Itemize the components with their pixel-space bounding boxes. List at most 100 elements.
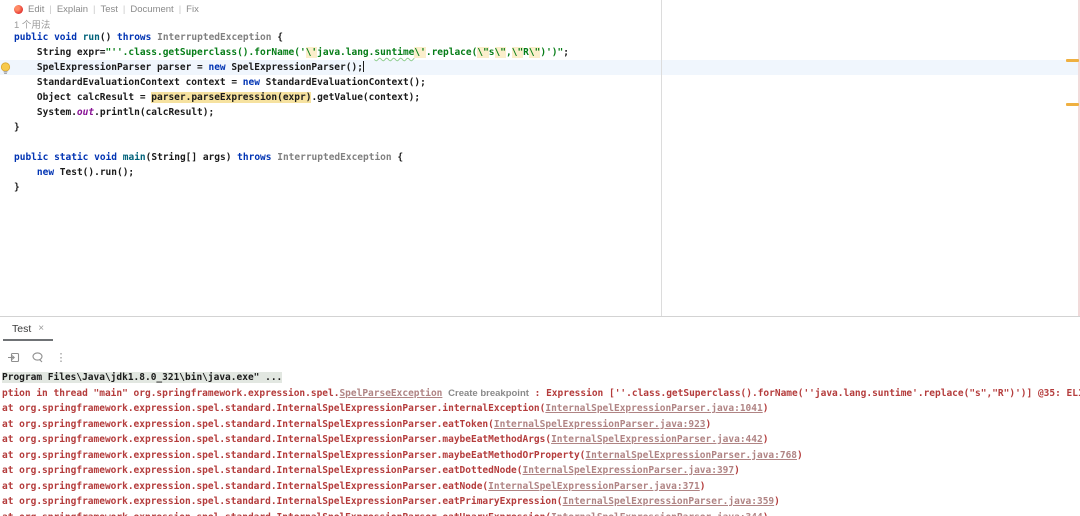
tab-label: Test xyxy=(12,323,32,335)
ai-action-document[interactable]: Document xyxy=(130,4,173,15)
code-token: )')" xyxy=(540,47,564,58)
console-error-text: at org.springframework.expression.spel.s… xyxy=(2,480,489,492)
code-token: { xyxy=(391,152,404,163)
ai-actions-inlay: Edit | Explain | Test | Document | Fix xyxy=(14,3,199,15)
code-token: \" xyxy=(511,47,524,58)
console-error-text: at org.springframework.expression.spel.s… xyxy=(2,512,551,516)
code-token: StandardEvaluationContext context = xyxy=(14,77,243,88)
stack-trace-link[interactable]: InternalSpelExpressionParser.java:442 xyxy=(551,434,763,445)
console-error-text: ) xyxy=(774,496,780,507)
code-line[interactable]: } xyxy=(0,180,1080,195)
stack-trace-link[interactable]: InternalSpelExpressionParser.java:371 xyxy=(488,481,700,492)
stack-trace-link[interactable]: InternalSpelExpressionParser.java:768 xyxy=(585,450,797,461)
console-error-text: at org.springframework.expression.spel.s… xyxy=(2,465,523,476)
code-token: "''.class.getSuperclass().forName(' xyxy=(105,47,306,58)
code-line[interactable]: SpelExpressionParser parser = new SpelEx… xyxy=(0,60,1080,75)
code-token: SpelExpressionParser(); xyxy=(225,62,363,73)
stack-trace-link[interactable]: SpelParseException xyxy=(339,388,442,399)
code-token: java.lang. xyxy=(317,47,375,58)
code-token: \' xyxy=(305,47,318,58)
code-token: \' xyxy=(414,47,426,58)
console-error-text: ption in thread "main" org.springframewo… xyxy=(2,387,340,399)
code-token: .println(calcResult); xyxy=(94,107,215,118)
code-line[interactable]: public void run() throws InterruptedExce… xyxy=(0,30,1080,45)
console-error-text: ) xyxy=(699,480,706,492)
ai-action-fix[interactable]: Fix xyxy=(186,4,199,15)
stack-trace-link[interactable]: InternalSpelExpressionParser.java:923 xyxy=(494,419,706,430)
separator: | xyxy=(93,3,96,15)
code-token: suntime xyxy=(374,47,415,58)
usages-inlay-hint[interactable]: 1 个用法 xyxy=(14,17,50,31)
code-token: public xyxy=(14,32,49,43)
code-token: public xyxy=(14,152,49,163)
create-breakpoint-link[interactable]: Create breakpoint xyxy=(448,388,529,399)
code-editor[interactable]: Edit | Explain | Test | Document | Fix 1… xyxy=(0,0,1080,317)
console-line: at org.springframework.expression.spel.s… xyxy=(0,401,1080,417)
code-token: System. xyxy=(14,107,77,118)
run-tool-window: Test × ⋮ Program Files\Java\jdk1.8.0_321… xyxy=(0,318,1080,516)
code-token: } xyxy=(14,182,20,193)
code-line[interactable]: System.out.println(calcResult); xyxy=(0,105,1080,120)
console-selected-text: Program Files\Java\jdk1.8.0_321\bin\java… xyxy=(2,372,283,383)
close-icon[interactable]: × xyxy=(38,324,44,334)
jump-to-source-icon[interactable] xyxy=(6,350,20,364)
stack-trace-link[interactable]: InternalSpelExpressionParser.java:397 xyxy=(522,465,734,476)
code-token: void xyxy=(54,32,77,43)
more-options-icon[interactable]: ⋮ xyxy=(54,350,68,364)
code-token: parser.parseExpression(expr) xyxy=(151,92,312,103)
code-line[interactable]: public static void main(String[] args) t… xyxy=(0,150,1080,165)
stack-trace-link[interactable]: InternalSpelExpressionParser.java:344 xyxy=(551,512,763,516)
code-line[interactable]: Object calcResult = parser.parseExpressi… xyxy=(0,90,1080,105)
console-line: at org.springframework.expression.spel.s… xyxy=(0,432,1080,448)
console-error-text: ) xyxy=(734,465,740,476)
console-output[interactable]: Program Files\Java\jdk1.8.0_321\bin\java… xyxy=(0,370,1080,516)
code-line[interactable]: StandardEvaluationContext context = new … xyxy=(0,75,1080,90)
code-line[interactable]: new Test().run(); xyxy=(0,165,1080,180)
code-token: SpelExpressionParser parser = xyxy=(14,62,209,73)
console-error-text: ) xyxy=(763,512,769,516)
code-lines: public void run() throws InterruptedExce… xyxy=(0,30,1080,195)
console-line: at org.springframework.expression.spel.s… xyxy=(0,448,1080,464)
warning-stripe-mark[interactable] xyxy=(1066,103,1079,106)
console-line: at org.springframework.expression.spel.s… xyxy=(0,417,1080,433)
code-line[interactable]: } xyxy=(0,120,1080,135)
warning-stripe-mark[interactable] xyxy=(1066,59,1079,62)
ai-action-explain[interactable]: Explain xyxy=(57,4,88,15)
console-error-text: at org.springframework.expression.spel.s… xyxy=(2,449,586,461)
code-token: \" xyxy=(494,47,506,58)
ai-assistant-icon[interactable] xyxy=(14,4,23,14)
code-token: new xyxy=(208,62,226,73)
code-line[interactable]: String expr="''.class.getSuperclass().fo… xyxy=(0,45,1080,60)
code-token: out xyxy=(76,107,95,118)
code-line[interactable] xyxy=(0,135,1080,150)
stack-trace-link[interactable]: InternalSpelExpressionParser.java:359 xyxy=(563,496,775,507)
console-error-text: ) xyxy=(797,449,803,461)
console-line: at org.springframework.expression.spel.s… xyxy=(0,479,1080,495)
console-error-text: at org.springframework.expression.spel.s… xyxy=(2,418,494,430)
ai-action-edit[interactable]: Edit xyxy=(28,4,44,15)
separator: | xyxy=(49,3,52,15)
stack-trace-link[interactable]: InternalSpelExpressionParser.java:1041 xyxy=(545,403,762,414)
code-token: .replace( xyxy=(425,47,478,58)
code-token: new xyxy=(36,167,55,178)
console-error-text: at org.springframework.expression.spel.s… xyxy=(2,403,546,414)
tool-window-tabbar: Test × xyxy=(0,318,1080,343)
code-token: StandardEvaluationContext(); xyxy=(259,77,426,88)
console-line: at org.springframework.expression.spel.s… xyxy=(0,463,1080,479)
right-margin-guide xyxy=(661,0,662,316)
console-toolbar: ⋮ xyxy=(6,348,68,366)
intention-bulb-icon[interactable] xyxy=(0,62,11,75)
code-token: Object calcResult = xyxy=(14,92,152,103)
clear-output-icon[interactable] xyxy=(30,350,44,364)
console-error-text: ) xyxy=(762,403,769,414)
console-error-text: at org.springframework.expression.spel.s… xyxy=(2,496,563,507)
tab-test[interactable]: Test × xyxy=(3,318,54,341)
console-line: at org.springframework.expression.spel.s… xyxy=(0,510,1080,516)
code-token: \" xyxy=(477,47,489,58)
code-token: InterruptedException xyxy=(157,32,272,43)
code-token: new xyxy=(242,77,260,88)
code-token: { xyxy=(271,32,283,43)
ai-action-test[interactable]: Test xyxy=(100,4,117,15)
code-token: static xyxy=(54,152,89,163)
